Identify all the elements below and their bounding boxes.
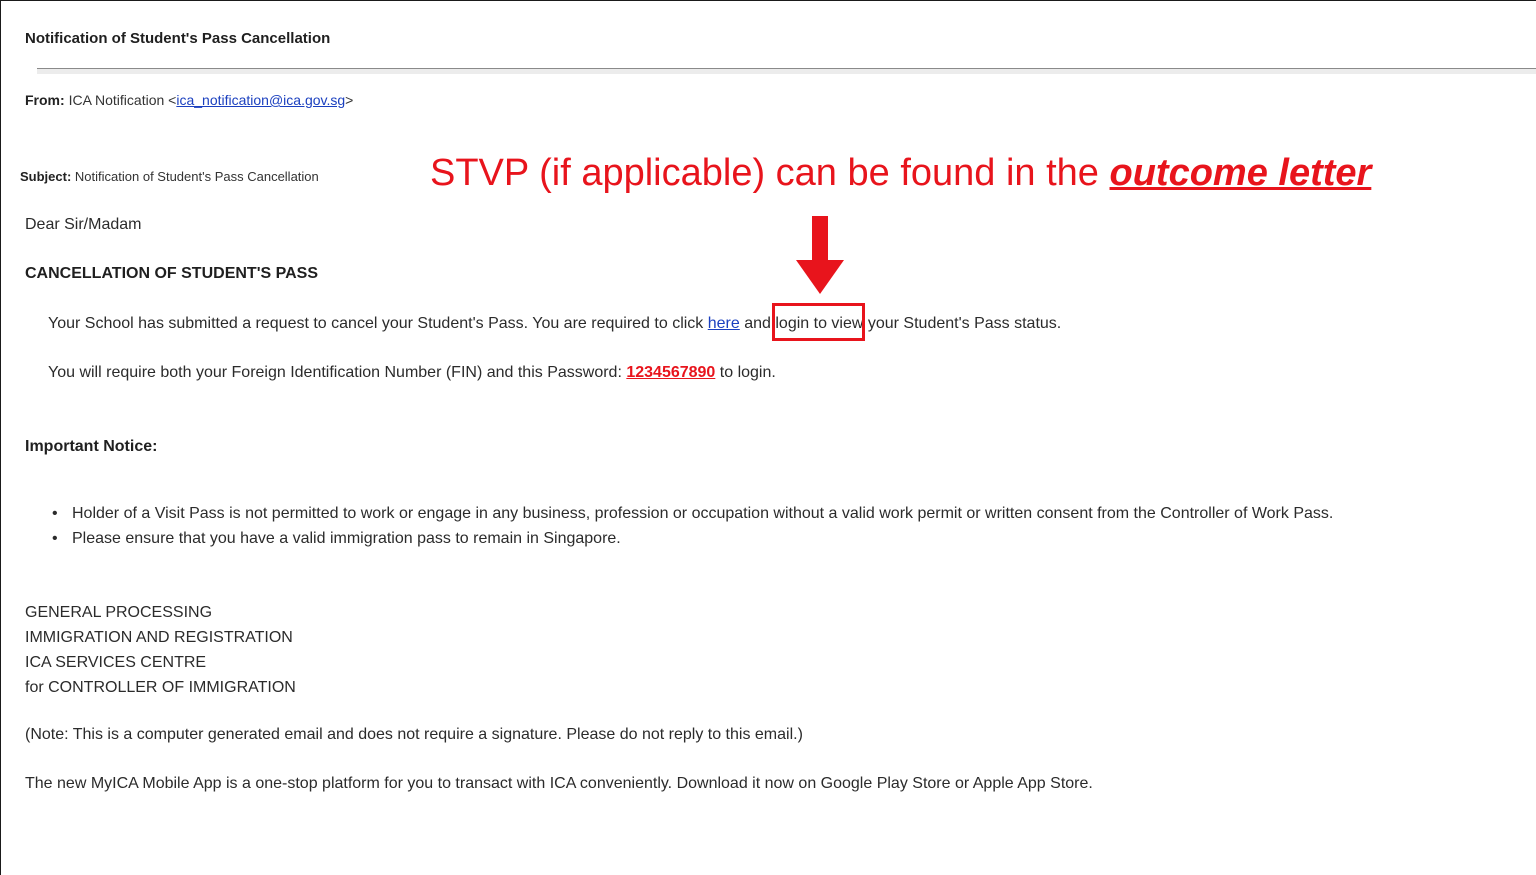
paragraph-password: You will require both your Foreign Ident… [48,364,776,382]
email-title: Notification of Student's Pass Cancellat… [25,30,331,47]
para2-text-after: to login. [715,364,776,381]
paragraph-click-here: Your School has submitted a request to c… [48,315,1061,333]
para2-text-before: You will require both your Foreign Ident… [48,364,627,381]
greeting: Dear Sir/Madam [25,216,142,233]
signature-block: GENERAL PROCESSING IMMIGRATION AND REGIS… [25,600,296,700]
here-link[interactable]: here [708,315,740,332]
down-arrow-icon [796,216,844,294]
signature-line: for CONTROLLER OF IMMIGRATION [25,679,296,696]
auto-generated-note: (Note: This is a computer generated emai… [25,726,803,743]
notice-item: Please ensure that you have a valid immi… [48,527,1518,551]
signature-line: ICA SERVICES CENTRE [25,654,207,671]
password-value: 1234567890 [626,364,716,381]
stvp-annotation: STVP (if applicable) can be found in the… [430,152,1371,195]
from-name: ICA Notification < [68,92,177,108]
subject-value: Notification of Student's Pass Cancellat… [74,169,319,184]
header-divider [37,68,1536,74]
here-highlight-box [772,303,865,341]
app-promo-text: The new MyICA Mobile App is a one-stop p… [25,775,1093,792]
signature-line: IMMIGRATION AND REGISTRATION [25,629,293,646]
from-close: > [345,92,354,108]
annotation-text: STVP (if applicable) can be found in the [430,152,1110,194]
para1-text-before: Your School has submitted a request to c… [48,315,708,332]
notice-item: Holder of a Visit Pass is not permitted … [48,502,1518,526]
from-label: From: [25,92,65,108]
annotation-emphasis: outcome letter [1109,152,1372,194]
from-email-link[interactable]: ica_notification@ica.gov.sg [176,92,345,108]
notice-list: Holder of a Visit Pass is not permitted … [48,502,1518,552]
from-line: From: ICA Notification <ica_notification… [25,92,353,108]
cancellation-heading: CANCELLATION OF STUDENT'S PASS [25,265,318,282]
important-notice-heading: Important Notice: [25,438,158,455]
subject-label: Subject: [20,169,72,184]
subject-line: Subject: Notification of Student's Pass … [20,169,319,184]
signature-line: GENERAL PROCESSING [25,604,213,621]
